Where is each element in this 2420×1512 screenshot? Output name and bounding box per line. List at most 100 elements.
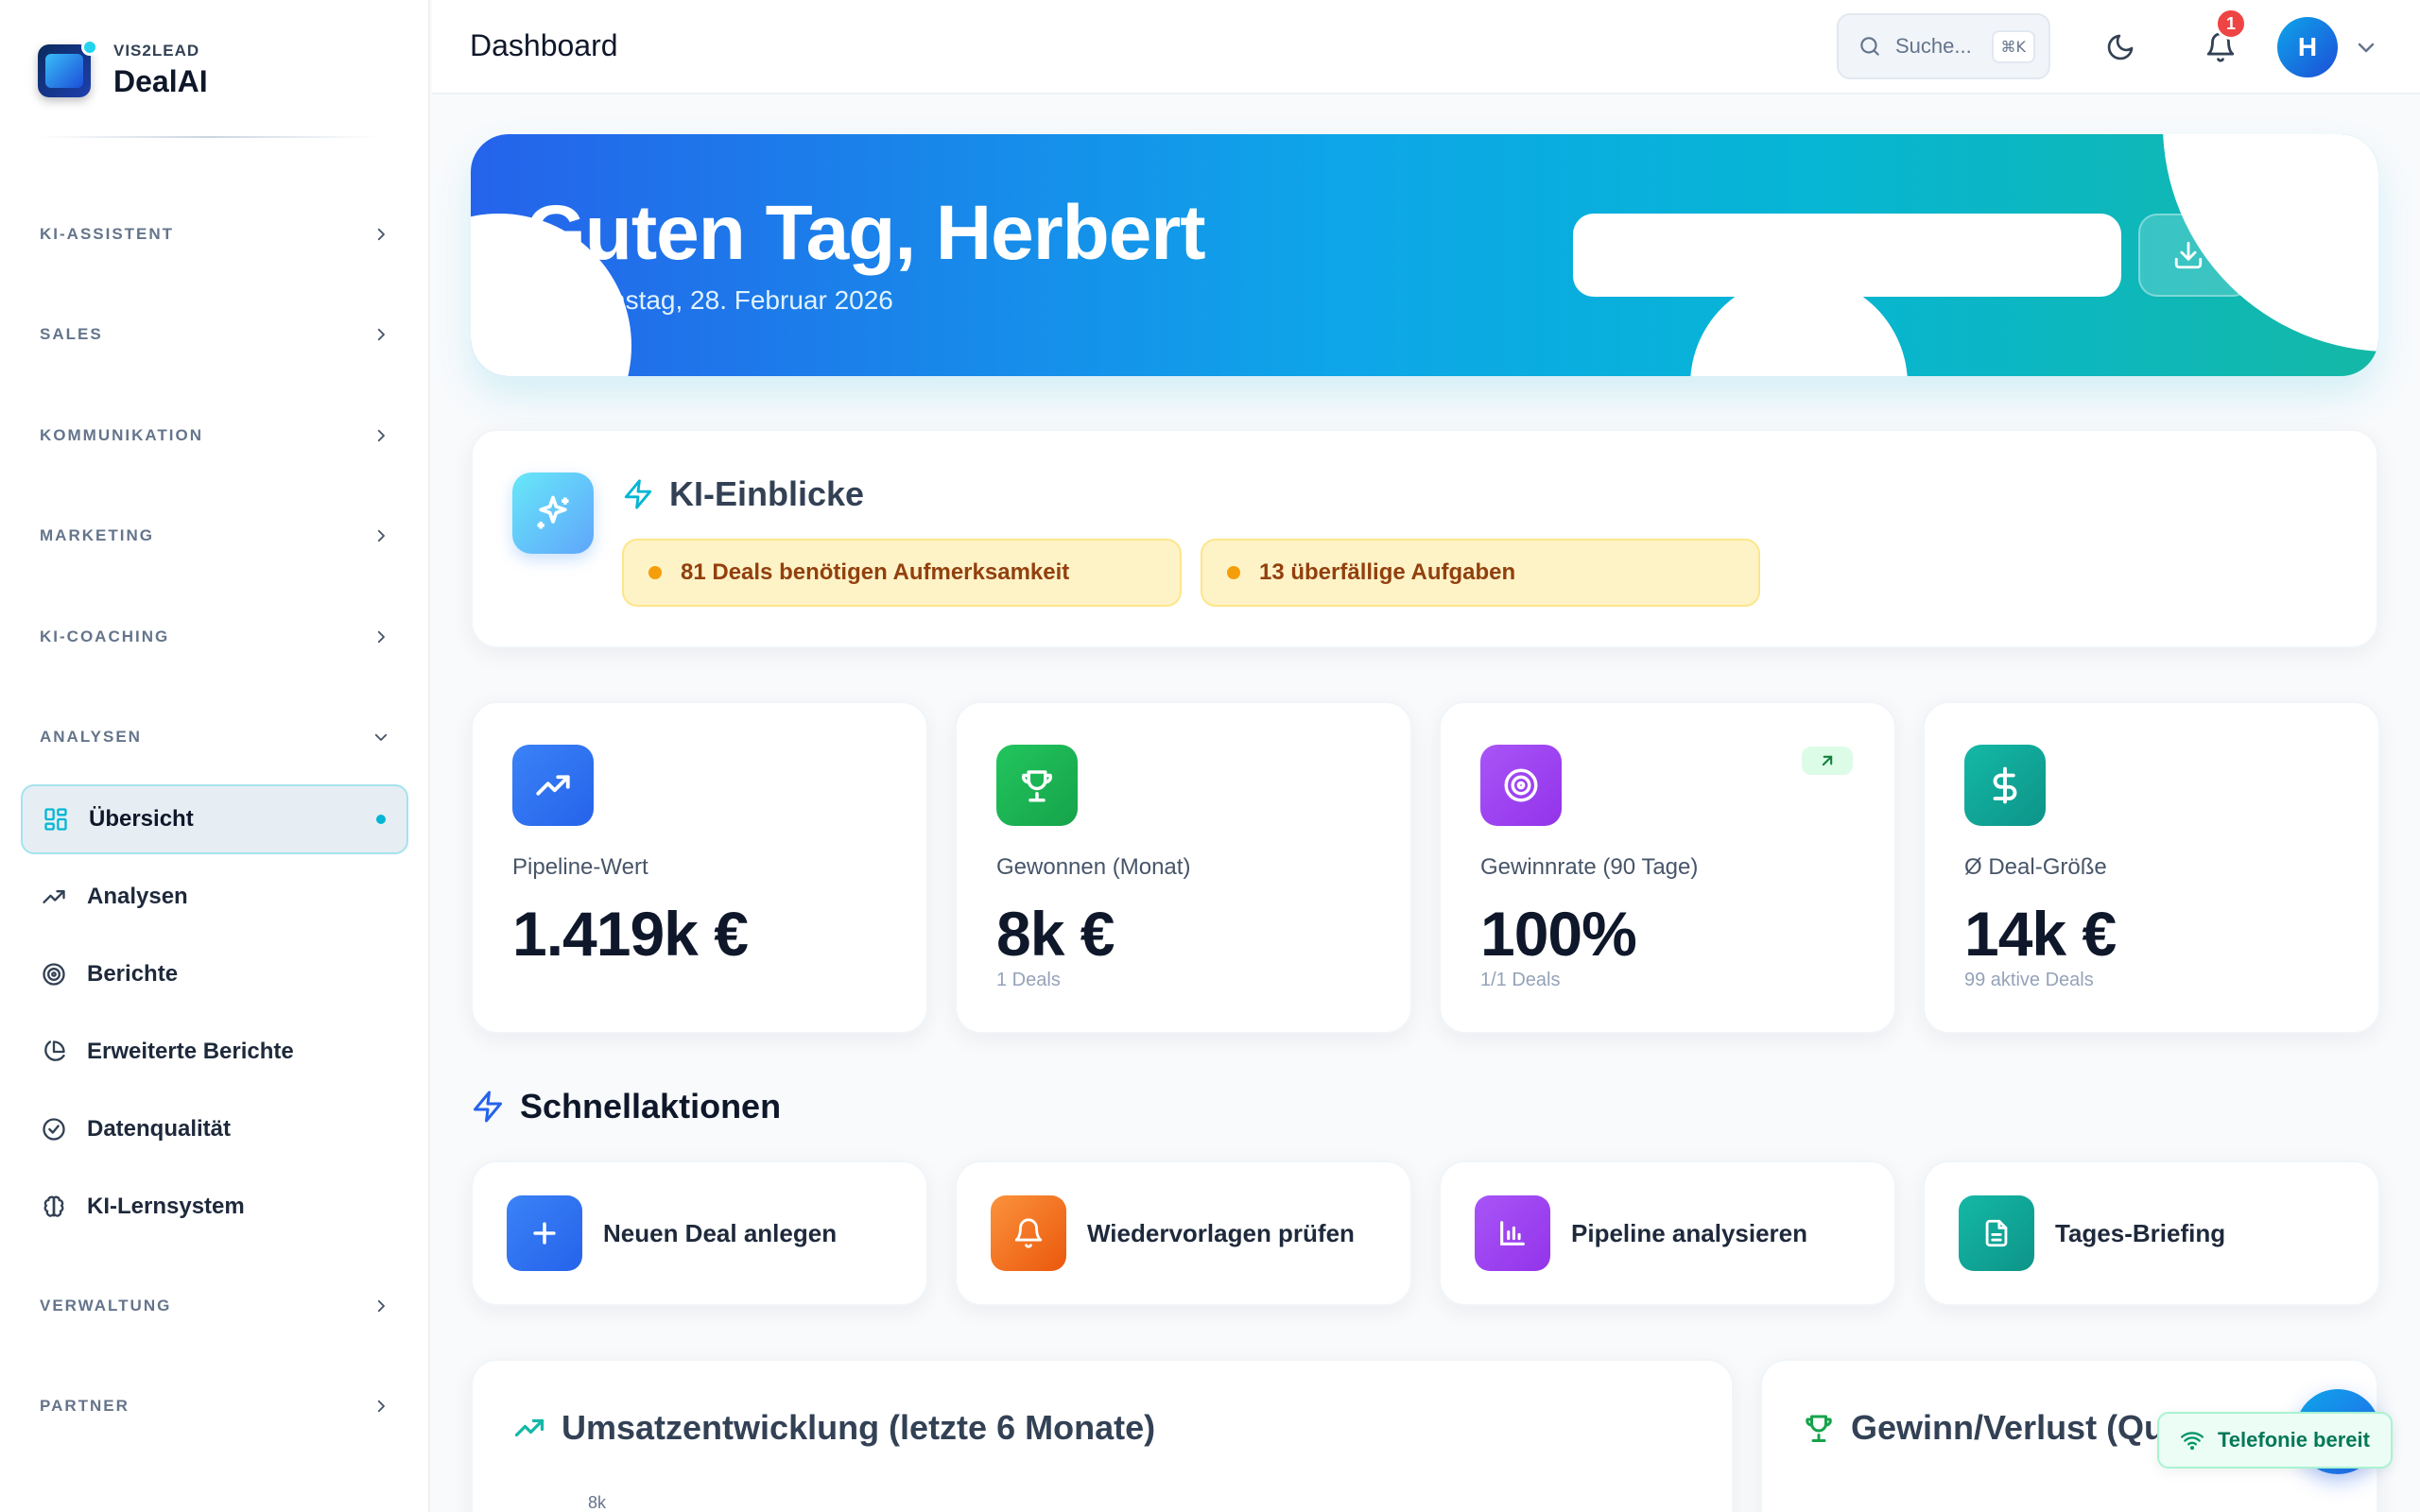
chevron-right-icon — [377, 1400, 385, 1413]
trend-up-badge — [1802, 747, 1853, 775]
online-indicator — [81, 38, 98, 56]
kpi-value: 14k € — [1964, 899, 2117, 969]
brand-sub: VIS2LEAD — [113, 42, 200, 60]
brand[interactable]: VIS2LEAD DealAI — [38, 38, 208, 99]
kpi-sub: 1/1 Deals — [1480, 970, 1561, 990]
brain-icon — [40, 1193, 68, 1221]
sidebar-item-label: Berichte — [87, 961, 179, 987]
check-circle-icon — [40, 1115, 68, 1143]
section-ki-coaching[interactable]: KI-COACHING — [40, 618, 389, 656]
bell-icon — [991, 1195, 1066, 1271]
trophy-icon — [996, 745, 1078, 826]
chevron-down-icon[interactable] — [2355, 36, 2377, 59]
sidebar-item-datenqualitaet[interactable]: Datenqualität — [21, 1094, 408, 1164]
section-sales[interactable]: SALES — [40, 316, 389, 353]
avatar[interactable]: H — [2277, 17, 2338, 77]
brand-logo — [38, 38, 98, 97]
kpi-card-won[interactable]: Gewonnen (Monat) 8k € 1 Deals — [955, 701, 1412, 1034]
kpi-card-deal-size[interactable]: Ø Deal-Größe 14k € 99 aktive Deals — [1923, 701, 2380, 1034]
kpi-value: 1.419k € — [512, 899, 749, 969]
sidebar-item-label: KI-Lernsystem — [87, 1194, 245, 1219]
lightning-icon — [624, 479, 652, 509]
trending-up-icon — [40, 883, 68, 911]
section-label: PARTNER — [40, 1397, 130, 1415]
document-icon — [1959, 1195, 2034, 1271]
kpi-label: Pipeline-Wert — [512, 854, 648, 880]
section-label: MARKETING — [40, 526, 154, 544]
kpi-label: Gewinnrate (90 Tage) — [1480, 854, 1699, 880]
section-partner[interactable]: PARTNER — [40, 1387, 389, 1425]
kpi-card-winrate[interactable]: Gewinnrate (90 Tage) 100% 1/1 Deals — [1439, 701, 1896, 1034]
sidebar-item-berichte[interactable]: Berichte — [21, 939, 408, 1009]
warning-dot — [648, 566, 662, 579]
quick-actions-heading: Schnellaktionen — [471, 1087, 781, 1126]
quick-action-label: Wiedervorlagen prüfen — [1087, 1218, 1355, 1247]
chevron-down-icon — [374, 733, 388, 741]
sidebar-item-analysen[interactable]: Analysen — [21, 862, 408, 932]
section-verwaltung[interactable]: VERWALTUNG — [40, 1287, 389, 1325]
trophy-icon — [1806, 1415, 1832, 1442]
search-input[interactable]: Suche... ⌘K — [1837, 13, 2050, 79]
telephony-status[interactable]: Telefonie bereit — [2157, 1412, 2393, 1469]
sidebar: VIS2LEAD DealAI KI-ASSISTENT SALES KOMMU… — [0, 0, 430, 1512]
kpi-label: Gewonnen (Monat) — [996, 854, 1191, 880]
sidebar-item-erweiterte-berichte[interactable]: Erweiterte Berichte — [21, 1017, 408, 1087]
search-icon — [1860, 37, 1879, 56]
quick-action-label: Tages-Briefing — [2055, 1218, 2226, 1247]
target-icon — [1480, 745, 1562, 826]
ai-insights-card: KI-Einblicke 81 Deals benötigen Aufmerks… — [471, 429, 2378, 648]
insights-heading: KI-Einblicke — [622, 474, 864, 514]
chevron-right-icon — [377, 328, 385, 341]
win-loss-title: Gewinn/Verlust (Qu — [1851, 1408, 2166, 1447]
target-icon — [40, 960, 68, 988]
sidebar-item-uebersicht[interactable]: Übersicht — [21, 784, 408, 854]
insights-title: KI-Einblicke — [669, 474, 865, 513]
sidebar-item-label: Datenqualität — [87, 1116, 232, 1142]
revenue-heading: Umsatzentwicklung (letzte 6 Monate) — [512, 1408, 1155, 1448]
pie-chart-icon — [40, 1038, 68, 1066]
lightning-icon — [474, 1091, 502, 1123]
plus-icon — [507, 1195, 582, 1271]
section-label: KI-COACHING — [40, 627, 170, 645]
topbar: Dashboard Suche... ⌘K 1 H — [432, 0, 2420, 94]
hero-placeholder-bar — [1573, 214, 2121, 297]
section-ki-assistent[interactable]: KI-ASSISTENT — [40, 215, 389, 253]
daily-briefing-button[interactable]: Tages-Briefing — [1923, 1160, 2380, 1306]
win-loss-heading: Gewinn/Verlust (Qu — [1802, 1408, 2165, 1448]
kpi-sub: 99 aktive Deals — [1964, 970, 2094, 990]
revenue-title: Umsatzentwicklung (letzte 6 Monate) — [562, 1408, 1156, 1447]
download-button[interactable] — [2138, 214, 2252, 297]
theme-toggle-button[interactable] — [2094, 21, 2147, 74]
insight-alert[interactable]: 81 Deals benötigen Aufmerksamkeit — [622, 539, 1182, 607]
revenue-chart-card: Umsatzentwicklung (letzte 6 Monate) 8k — [471, 1359, 1734, 1512]
section-marketing[interactable]: MARKETING — [40, 517, 389, 555]
download-icon — [2174, 241, 2203, 269]
kpi-card-pipeline[interactable]: Pipeline-Wert 1.419k € — [471, 701, 928, 1034]
notifications-button[interactable]: 1 — [2194, 8, 2247, 74]
section-label: KI-ASSISTENT — [40, 225, 175, 243]
insight-alert-text: 13 überfällige Aufgaben — [1259, 559, 1516, 585]
check-followups-button[interactable]: Wiedervorlagen prüfen — [955, 1160, 1412, 1306]
quick-action-label: Neuen Deal anlegen — [603, 1218, 838, 1247]
chevron-right-icon — [377, 429, 385, 442]
trending-up-icon — [512, 745, 594, 826]
section-analysen[interactable]: ANALYSEN — [40, 718, 389, 756]
kpi-value: 100% — [1480, 899, 1637, 969]
section-kommunikation[interactable]: KOMMUNIKATION — [40, 417, 389, 455]
quick-actions-title: Schnellaktionen — [520, 1087, 782, 1125]
brand-name: DealAI — [113, 64, 208, 98]
kpi-value: 8k € — [996, 899, 1115, 969]
new-deal-button[interactable]: Neuen Deal anlegen — [471, 1160, 928, 1306]
sparkles-icon — [512, 472, 594, 554]
dollar-icon — [1964, 745, 2046, 826]
chevron-right-icon — [377, 228, 385, 241]
chevron-right-icon — [377, 529, 385, 542]
analyze-pipeline-button[interactable]: Pipeline analysieren — [1439, 1160, 1896, 1306]
insight-alert[interactable]: 13 überfällige Aufgaben — [1201, 539, 1760, 607]
telephony-label: Telefonie bereit — [2218, 1428, 2370, 1452]
chevron-right-icon — [377, 630, 385, 644]
search-shortcut: ⌘K — [1991, 29, 2035, 63]
insight-alert-text: 81 Deals benötigen Aufmerksamkeit — [681, 559, 1070, 585]
sidebar-item-ki-lernsystem[interactable]: KI-Lernsystem — [21, 1172, 408, 1242]
active-indicator — [376, 815, 386, 824]
